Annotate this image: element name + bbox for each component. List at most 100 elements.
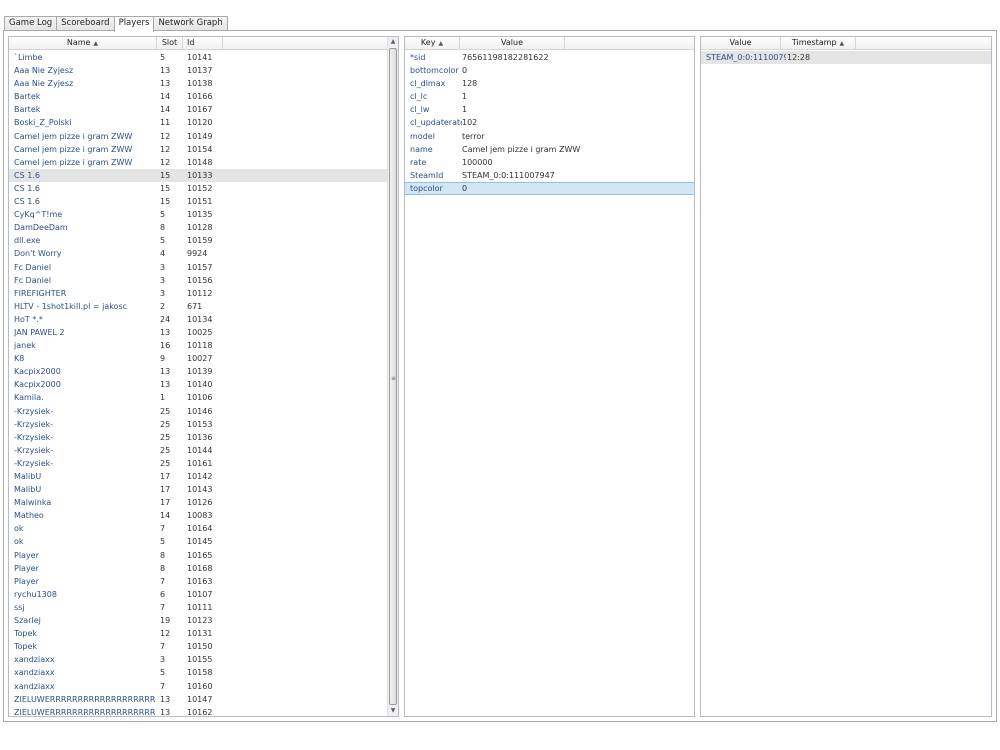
property-row[interactable]: model terror [405, 130, 694, 143]
player-row[interactable]: ok 7 10164 [9, 522, 398, 535]
property-row[interactable]: cl_dlmax 128 [405, 77, 694, 90]
property-row[interactable]: *sid 76561198182281622 [405, 51, 694, 64]
player-row[interactable]: Player 8 10165 [9, 549, 398, 562]
player-slot: 24 [160, 314, 171, 324]
player-id: 10126 [187, 498, 213, 508]
player-row[interactable]: Kamila. 1 10106 [9, 391, 398, 404]
property-row[interactable]: rate 100000 [405, 156, 694, 169]
column-header-value[interactable]: Value [460, 37, 565, 50]
tab-network-graph[interactable]: Network Graph [153, 16, 228, 31]
property-row[interactable]: name Camel jem pizze i gram ZWW [405, 143, 694, 156]
player-row[interactable]: Aaa Nie Zyjesz 13 10137 [9, 64, 398, 77]
property-row[interactable]: cl_lw 1 [405, 103, 694, 116]
player-row[interactable]: Topek 7 10150 [9, 640, 398, 653]
player-row[interactable]: HoT *.* 24 10134 [9, 313, 398, 326]
player-name: ok [14, 537, 24, 547]
property-key: SteamId [410, 170, 444, 180]
player-row[interactable]: -Krzysiek- 25 10144 [9, 444, 398, 457]
column-header-history-value[interactable]: Value [701, 37, 781, 50]
player-row[interactable]: `Limbe 5 10141 [9, 51, 398, 64]
property-row[interactable]: cl_updaterate 102 [405, 116, 694, 129]
player-row[interactable]: HLTV - 1shot1kill.pl = jakosc 2 671 [9, 300, 398, 313]
column-header-key[interactable]: Key ▲ [405, 37, 460, 50]
player-row[interactable]: -Krzysiek- 25 10153 [9, 418, 398, 431]
tab-bar: Game Log Scoreboard Players Network Grap… [4, 16, 228, 32]
column-header-name[interactable]: Name ▲ [9, 37, 157, 50]
player-name: -Krzysiek- [14, 458, 54, 468]
history-row[interactable]: STEAM_0:0:11100794712:28 [701, 51, 991, 65]
player-row[interactable]: Fc Daniel 3 10157 [9, 261, 398, 274]
player-name: ok [14, 524, 24, 534]
player-slot: 25 [160, 458, 171, 468]
player-row[interactable]: Kacpix2000 13 10140 [9, 378, 398, 391]
column-header-history-value-label: Value [729, 38, 752, 47]
column-header-timestamp[interactable]: Timestamp ▲ [781, 37, 856, 50]
players-scrollbar[interactable]: ▲ ≡ ▼ [387, 37, 398, 716]
column-header-id[interactable]: Id [183, 37, 223, 50]
player-row[interactable]: MalibU 17 10142 [9, 470, 398, 483]
player-row[interactable]: Matheo 14 10083 [9, 509, 398, 522]
property-value: 1 [462, 92, 468, 102]
player-row[interactable]: rychu1308 6 10107 [9, 588, 398, 601]
player-id: 10134 [187, 314, 213, 324]
sort-ascending-icon: ▲ [93, 40, 99, 47]
column-header-slot[interactable]: Slot [157, 37, 183, 50]
player-row[interactable]: Aaa Nie Zyjesz 13 10138 [9, 77, 398, 90]
player-row[interactable]: dll.exe 5 10159 [9, 234, 398, 247]
player-row[interactable]: FIREFIGHTER 3 10112 [9, 287, 398, 300]
player-name: MalibU [14, 472, 42, 481]
player-row[interactable]: CS 1.6 15 10151 [9, 195, 398, 208]
player-row[interactable]: ssj 7 10111 [9, 601, 398, 614]
player-row[interactable]: xandziaxx 3 10155 [9, 653, 398, 666]
player-id: 10158 [187, 668, 213, 678]
player-row[interactable]: janek 16 10118 [9, 339, 398, 352]
player-row[interactable]: ok 5 10145 [9, 535, 398, 548]
player-row[interactable]: MalibU 17 10143 [9, 483, 398, 496]
tab-game-log[interactable]: Game Log [4, 16, 58, 31]
player-row[interactable]: xandziaxx 5 10158 [9, 666, 398, 679]
player-slot: 7 [160, 681, 166, 691]
property-row[interactable]: bottomcolor 0 [405, 64, 694, 77]
player-row[interactable]: Camel jem pizze i gram ZWW 12 10154 [9, 143, 398, 156]
tab-scoreboard[interactable]: Scoreboard [56, 16, 115, 31]
player-row[interactable]: ZIELUWERRRRRRRRRRRRRRRRRRRRRRRR 13 10147 [9, 693, 398, 706]
player-row[interactable]: Don't Worry 4 9924 [9, 247, 398, 260]
player-row[interactable]: Szarlej 19 10123 [9, 614, 398, 627]
player-row[interactable]: -Krzysiek- 25 10146 [9, 405, 398, 418]
player-row[interactable]: Player 8 10168 [9, 562, 398, 575]
property-value: Camel jem pizze i gram ZWW [462, 144, 581, 154]
scroll-up-icon[interactable]: ▲ [388, 37, 398, 47]
player-row[interactable]: Camel jem pizze i gram ZWW 12 10149 [9, 130, 398, 143]
player-slot: 13 [160, 327, 171, 337]
player-row[interactable]: Topek 12 10131 [9, 627, 398, 640]
player-row[interactable]: CS 1.6 15 10133 [9, 168, 398, 182]
player-row[interactable]: DamDeeDam 8 10128 [9, 221, 398, 234]
player-name: Camel jem pizze i gram ZWW [14, 131, 133, 141]
player-row[interactable]: Player 7 10163 [9, 575, 398, 588]
player-row[interactable]: K8 9 10027 [9, 352, 398, 365]
property-row[interactable]: cl_lc 1 [405, 90, 694, 103]
player-row[interactable]: Fc Daniel 3 10156 [9, 274, 398, 287]
player-row[interactable]: JAN PAWEL 2 13 10025 [9, 326, 398, 339]
player-row[interactable]: Boski_Z_Polski 11 10120 [9, 116, 398, 129]
player-row[interactable]: Bartek 14 10167 [9, 103, 398, 116]
player-slot: 3 [160, 655, 166, 665]
player-slot: 14 [160, 92, 171, 102]
property-row[interactable]: topcolor 0 [405, 181, 694, 196]
player-row[interactable]: Kacpix2000 13 10139 [9, 365, 398, 378]
player-slot: 14 [160, 511, 171, 521]
player-row[interactable]: CyKq^T!me 5 10135 [9, 208, 398, 221]
scrollbar-thumb[interactable]: ≡ [389, 48, 397, 705]
player-row[interactable]: Malwinka 17 10126 [9, 496, 398, 509]
player-row[interactable]: ZIELUWERRRRRRRRRRRRRRRRRRRRRRRR 13 10162 [9, 706, 398, 716]
player-row[interactable]: -Krzysiek- 25 10136 [9, 431, 398, 444]
scroll-down-icon[interactable]: ▼ [388, 706, 398, 716]
property-row[interactable]: SteamId STEAM_0:0:111007947 [405, 169, 694, 182]
player-row[interactable]: CS 1.6 15 10152 [9, 182, 398, 195]
player-id: 10164 [187, 524, 213, 534]
player-row[interactable]: Bartek 14 10166 [9, 90, 398, 103]
player-row[interactable]: -Krzysiek- 25 10161 [9, 457, 398, 470]
player-row[interactable]: Camel jem pizze i gram ZWW 12 10148 [9, 156, 398, 169]
tab-players[interactable]: Players [113, 16, 155, 32]
player-row[interactable]: xandziaxx 7 10160 [9, 680, 398, 693]
